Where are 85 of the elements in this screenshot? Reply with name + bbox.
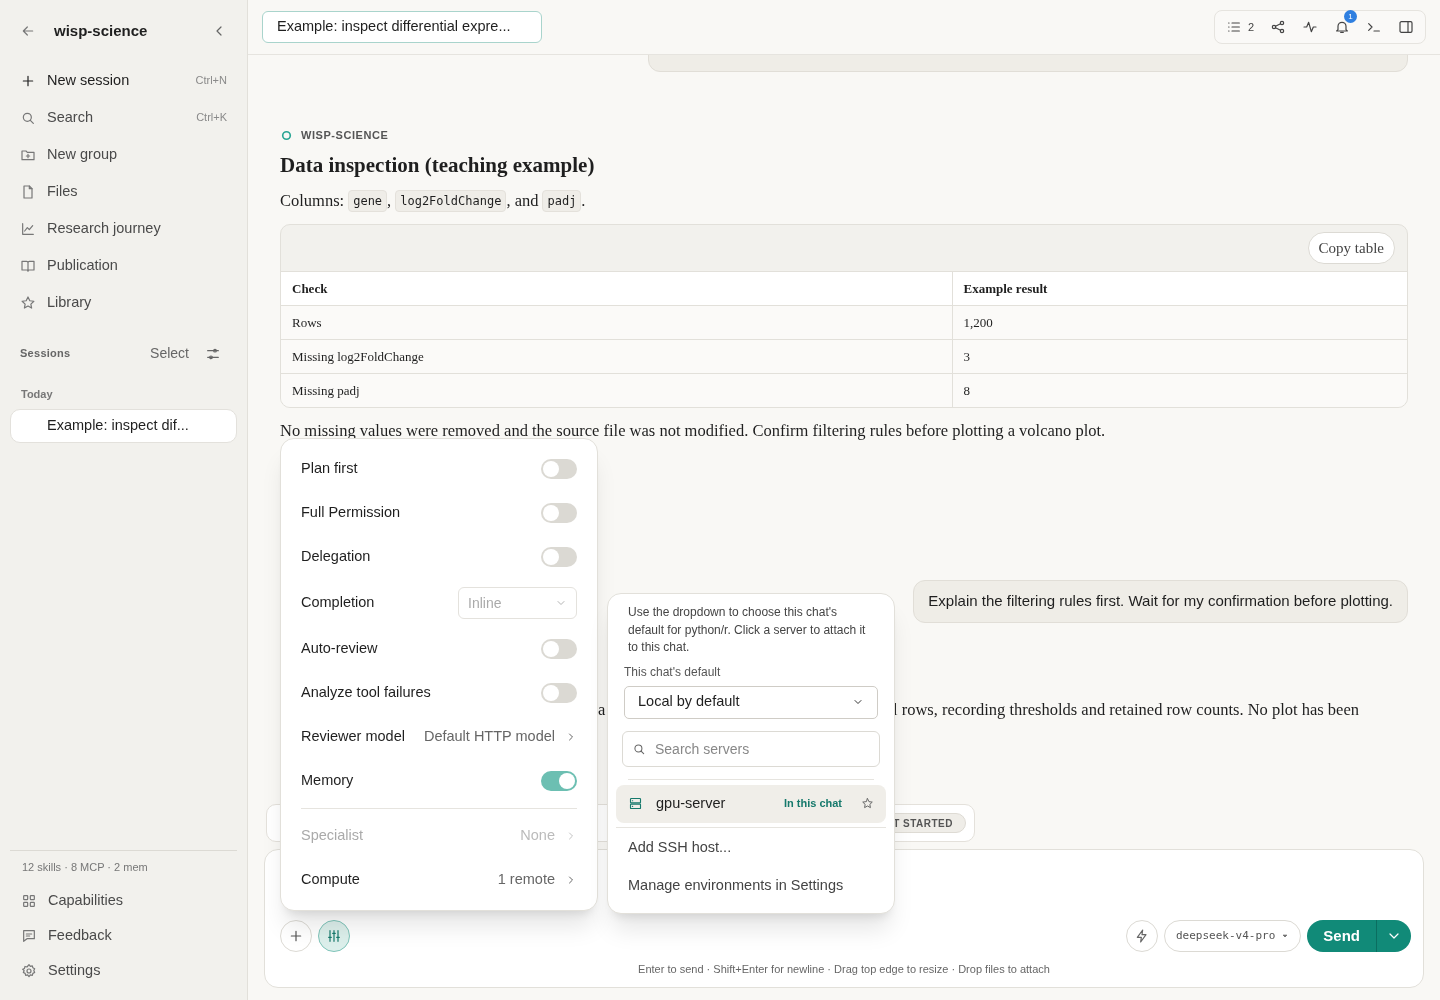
star-icon[interactable] [861,797,874,810]
settings-icon [21,962,37,979]
setting-label: Plan first [301,459,359,479]
sidebar-nav-item[interactable]: Research journey [12,210,235,247]
user-message-bubble: Explain the filtering rules first. Wait for my confirmation before plotting. [913,580,1408,623]
setting-label: Completion [301,593,376,613]
table-cell: Missing padj [281,373,952,408]
sidebar-nav-item[interactable]: Search Ctrl+K [12,99,235,136]
section-label: Sessions [20,346,72,362]
star-icon [20,294,36,311]
toggle-switch[interactable] [541,459,577,479]
sliders-icon [326,928,342,944]
table-cell: Rows [281,305,952,340]
session-title-field[interactable]: Example: inspect differential expre... [262,11,542,43]
menu-action[interactable]: Manage environments in Settings [616,866,886,905]
attached-status-label: In this chat [783,796,842,812]
setting-link-row[interactable]: Compute 1 remote [301,858,577,902]
setting-link-row[interactable]: Reviewer model Default HTTP model [301,715,577,759]
setting-label: Memory [301,771,355,791]
toggle-switch[interactable] [541,547,577,567]
setting-label: Auto-review [301,639,379,659]
table-cell: 3 [952,339,1407,374]
session-item[interactable]: Example: inspect dif... [10,408,237,443]
copy-table-button[interactable]: Copy table [1307,231,1395,264]
paragraph-text: Columns: [280,190,345,212]
message-paragraph: No missing values were removed and the source file was not modified. Confirm filtering rules before plotting a volcano plot. [280,420,1107,443]
chart-icon [20,220,36,237]
default-label: This chat's default [623,663,722,681]
agent-label: WISP-SCIENCE [301,128,389,143]
shortcut-hint: Ctrl+N [195,73,227,89]
setting-label: Full Permission [301,503,402,523]
toggle-switch[interactable] [541,771,577,791]
sidebar-nav-item[interactable]: Files [12,173,235,210]
sidebar-nav-item[interactable]: Publication [12,247,235,284]
notification-bell-icon[interactable] [1334,19,1350,35]
default-environment-select[interactable]: Local by default [624,685,878,719]
workspace-title: wisp-science [54,20,149,41]
server-icon [628,796,643,811]
setting-label: Analyze tool failures [301,683,432,703]
toggle-switch[interactable] [541,503,577,523]
inline-code: padj [542,190,582,213]
sidebar-footer-item[interactable]: Capabilities [10,883,237,918]
share-icon[interactable] [1270,19,1286,35]
group-label: Today [20,387,54,402]
sidebar-nav-item[interactable]: Library [12,284,235,321]
table-cell: 8 [952,373,1407,408]
toggle-switch[interactable] [541,639,577,659]
chat-icon [21,927,37,944]
grid-icon [21,892,37,909]
settings-toggle-button[interactable] [318,920,350,952]
list-icon [1225,19,1242,35]
table-cell: 1,200 [952,305,1407,340]
file-icon [20,183,36,200]
compute-description: Use the dropdown to choose this chat's default for python/r. Click a server to attach it to this chat. [627,604,867,656]
paragraph-text: . [581,190,586,212]
server-search-field[interactable]: Search servers [622,730,880,767]
column-header: Check [281,271,952,306]
back-arrow-icon[interactable] [20,23,36,39]
composer-hint: Enter to send · Shift+Enter for newline · Drag top edge to resize · Drop files to attach [637,962,1051,977]
search-icon [632,741,646,756]
task-list-button[interactable]: 2 [1225,18,1254,36]
server-item[interactable]: gpu-server In this chat [616,784,886,823]
side-panel-icon[interactable] [1398,19,1414,35]
capabilities-summary: 12 skills · 8 MCP · 2 mem [21,859,149,875]
sidebar-footer-item[interactable]: Settings [10,953,237,988]
caret-icon [1281,932,1290,940]
select-link[interactable]: Select [150,343,189,364]
inline-code: gene [348,190,388,213]
activity-icon[interactable] [1302,19,1318,35]
inline-code: log2FoldChange [395,190,507,213]
message-fragment: a [598,699,606,721]
shortcut-hint: Ctrl+K [196,110,227,126]
sidebar-footer-item[interactable]: Feedback [10,918,237,953]
paragraph-text: , [387,190,392,212]
agent-logo-icon [280,128,293,142]
setting-label: Delegation [301,547,372,567]
sidebar-nav-item[interactable]: New group [12,136,235,173]
sidebar-nav-item[interactable]: New session Ctrl+N [12,62,235,99]
column-header: Example result [952,271,1407,306]
notification-badge: 1 [1344,10,1357,23]
paragraph-text: , and [506,190,539,212]
message-heading: Data inspection (teaching example) [280,151,596,179]
toggle-switch[interactable] [541,683,577,703]
table-cell: Missing log2FoldChange [281,339,952,374]
plus-icon [288,928,304,944]
